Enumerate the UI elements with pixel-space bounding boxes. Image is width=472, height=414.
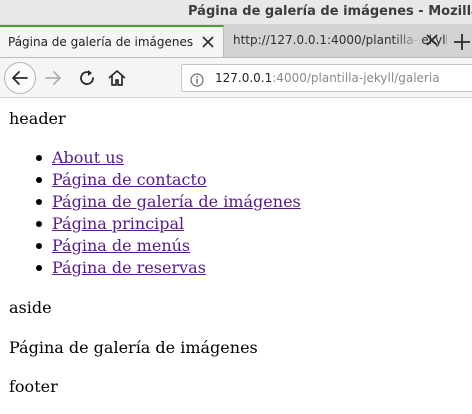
page-footer: footer [9, 377, 58, 396]
reload-button[interactable] [76, 67, 98, 89]
reload-icon [80, 70, 94, 85]
link-principal[interactable]: Página principal [52, 214, 184, 233]
list-item: Página de galería de imágenes [36, 191, 301, 213]
list-item: Página de reservas [36, 257, 301, 279]
tab-label: Página de galería de imágenes [8, 35, 194, 49]
window-title: Página de galería de imágenes - Mozilla … [188, 4, 472, 19]
tab-label-fade [395, 25, 421, 57]
page-aside: aside [9, 298, 52, 317]
tab-gallery[interactable]: Página de galería de imágenes [0, 25, 224, 57]
list-item: Página principal [36, 213, 301, 235]
link-reservas[interactable]: Página de reservas [52, 258, 206, 277]
tab-strip: Página de galería de imágenes http://127… [0, 25, 472, 58]
link-menus[interactable]: Página de menús [52, 236, 190, 255]
back-button[interactable] [4, 62, 36, 94]
link-contacto[interactable]: Página de contacto [52, 170, 207, 189]
list-item: Página de menús [36, 235, 301, 257]
navigation-toolbar: 127.0.0.1:4000/plantilla-jekyll/galeria [0, 58, 472, 98]
nav-list: About us Página de contacto Página de ga… [36, 147, 301, 279]
window-titlebar: Página de galería de imágenes - Mozilla … [0, 0, 472, 25]
url-bar[interactable]: 127.0.0.1:4000/plantilla-jekyll/galeria [181, 64, 472, 92]
url-host: 127.0.0.1 [215, 71, 273, 85]
link-about-us[interactable]: About us [52, 148, 124, 167]
page-main-text: Página de galería de imágenes [9, 338, 258, 357]
forward-button[interactable] [42, 67, 64, 89]
page-header: header [9, 109, 66, 128]
list-item: Página de contacto [36, 169, 301, 191]
link-galeria[interactable]: Página de galería de imágenes [52, 192, 301, 211]
page-content: header About us Página de contacto Págin… [0, 98, 472, 414]
list-item: About us [36, 147, 301, 169]
home-button[interactable] [106, 67, 128, 89]
tab-localhost[interactable]: http://127.0.0.1:4000/plantilla-jekyll/ [225, 25, 447, 57]
new-tab-button[interactable] [452, 25, 472, 58]
forward-arrow-icon [45, 71, 61, 85]
close-icon[interactable] [201, 35, 215, 49]
info-icon[interactable] [190, 72, 204, 87]
close-icon[interactable] [425, 33, 439, 47]
back-arrow-icon [12, 71, 28, 85]
url-text: 127.0.0.1:4000/plantilla-jekyll/galeria [215, 71, 440, 85]
plus-icon [454, 34, 470, 50]
url-path: :4000/plantilla-jekyll/galeria [272, 71, 440, 85]
home-icon [108, 70, 126, 86]
